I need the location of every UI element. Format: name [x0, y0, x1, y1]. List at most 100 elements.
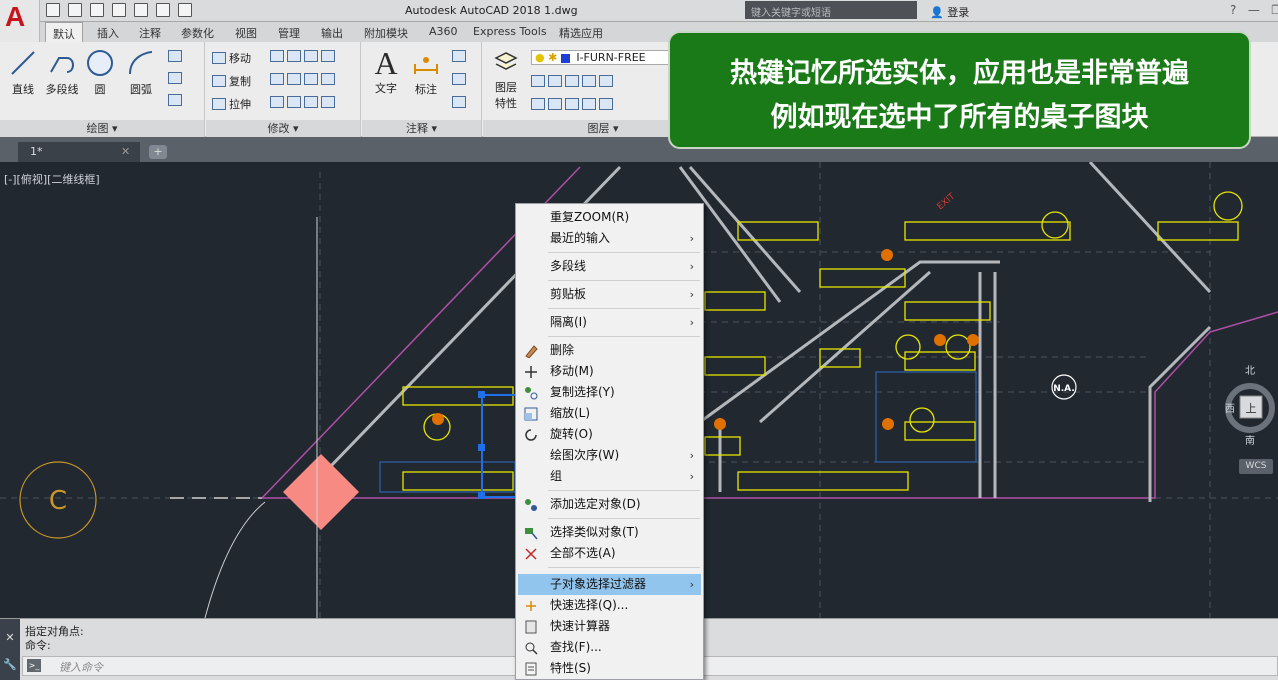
draw-group-label[interactable]: 绘图 ▾	[0, 120, 204, 137]
application-menu-button[interactable]: A	[0, 0, 40, 42]
open-file-icon[interactable]	[68, 3, 82, 17]
menu-item-clipboard[interactable]: 剪贴板 ›	[518, 284, 701, 305]
tab-express-tools[interactable]: Express Tools	[473, 25, 547, 38]
print-icon[interactable]	[134, 3, 148, 17]
tab-default[interactable]: 默认	[45, 22, 83, 42]
menu-item-draw-order[interactable]: 绘图次序(W) ›	[518, 445, 701, 466]
tab-manage[interactable]: 管理	[278, 25, 300, 41]
search-input[interactable]: 键入关键字或短语	[745, 1, 917, 19]
layer-unlock-icon[interactable]	[599, 75, 613, 87]
tab-addins[interactable]: 附加模块	[364, 25, 408, 41]
polyline-button[interactable]: 多段线	[42, 48, 82, 97]
tab-insert[interactable]: 插入	[97, 25, 119, 41]
match-props-icon[interactable]	[321, 50, 335, 62]
move-tool[interactable]: 移动	[212, 50, 251, 66]
erase-icon[interactable]	[304, 50, 318, 62]
undo-icon[interactable]	[156, 3, 170, 17]
viewport-controls[interactable]: [-][俯视][二维线框]	[4, 171, 100, 187]
menu-item-copy-selection[interactable]: 复制选择(Y)	[518, 382, 701, 403]
layer-tools-row2[interactable]	[531, 98, 616, 111]
layer-match-icon[interactable]	[321, 73, 335, 85]
current-layer-name: I-FURN-FREE	[576, 51, 646, 64]
menu-item-select-similar[interactable]: 选择类似对象(T)	[518, 522, 701, 543]
modify-group-label[interactable]: 修改 ▾	[206, 120, 360, 137]
save-as-icon[interactable]	[112, 3, 126, 17]
menu-item-erase[interactable]: 删除	[518, 340, 701, 361]
line-button[interactable]: 直线	[6, 48, 40, 97]
layer-walk-icon[interactable]	[321, 96, 335, 108]
login-button[interactable]: 👤 登录	[930, 4, 969, 20]
menu-item-add-selected[interactable]: 添加选定对象(D)	[518, 494, 701, 515]
layer-current-icon[interactable]	[582, 98, 596, 110]
menu-item-polyline[interactable]: 多段线 ›	[518, 256, 701, 277]
scale-tool[interactable]	[270, 96, 338, 109]
array-icon[interactable]	[287, 96, 301, 108]
tab-a360[interactable]: A360	[429, 25, 458, 38]
menu-item-quick-calc[interactable]: 快速计算器	[518, 616, 701, 637]
menu-item-properties[interactable]: 特性(S)	[518, 658, 701, 679]
save-icon[interactable]	[90, 3, 104, 17]
explode-icon[interactable]	[304, 73, 318, 85]
layer-lock-icon[interactable]	[582, 75, 596, 87]
trim-icon[interactable]	[287, 50, 301, 62]
menu-item-repeat-zoom[interactable]: 重复ZOOM(R)	[518, 207, 701, 228]
menu-item-group[interactable]: 组 ›	[518, 466, 701, 487]
new-file-icon[interactable]	[46, 3, 60, 17]
menu-item-subobject-filter[interactable]: 子对象选择过滤器 ›	[518, 574, 701, 595]
menu-item-quick-select[interactable]: 快速选择(Q)...	[518, 595, 701, 616]
copy-tool[interactable]: 复制	[212, 73, 251, 89]
fillet-icon[interactable]	[287, 73, 301, 85]
layer-tools-row1[interactable]	[531, 75, 616, 88]
offset-icon[interactable]	[304, 96, 318, 108]
text-button[interactable]: A 文字	[368, 46, 404, 96]
stretch-tool[interactable]: 拉伸	[212, 96, 251, 112]
layer-freeze-icon[interactable]	[565, 75, 579, 87]
layer-off-icon[interactable]	[531, 75, 545, 87]
menu-item-deselect-all[interactable]: 全部不选(A)	[518, 543, 701, 564]
rectangle-tool[interactable]	[168, 50, 185, 63]
menu-item-find[interactable]: 查找(F)...	[518, 637, 701, 658]
dimension-button[interactable]: 标注	[408, 48, 444, 97]
arc-button[interactable]: 圆弧	[124, 48, 158, 97]
rotate-tool[interactable]	[270, 50, 338, 63]
layer-thaw-icon[interactable]	[565, 98, 579, 110]
menu-item-isolate[interactable]: 隔离(I) ›	[518, 312, 701, 333]
redo-icon[interactable]	[178, 3, 192, 17]
new-tab-button[interactable]: +	[149, 145, 167, 159]
layer-isolate-icon[interactable]	[548, 75, 562, 87]
layer-dropdown[interactable]: ● ✱ I-FURN-FREE	[531, 50, 671, 65]
layer-properties-button[interactable]: 图层 特性	[489, 48, 523, 111]
menu-item-rotate[interactable]: 旋转(O)	[518, 424, 701, 445]
rotation-grip-diamond[interactable]	[283, 454, 359, 530]
table-tool[interactable]	[452, 96, 469, 109]
tab-featured-apps[interactable]: 精选应用	[559, 25, 603, 41]
annotation-group-label[interactable]: 注释 ▾	[362, 120, 481, 137]
region-tool[interactable]	[168, 94, 185, 107]
dim-linear-tool[interactable]	[452, 50, 469, 63]
menu-item-scale[interactable]: 缩放(L)	[518, 403, 701, 424]
layer-previous-icon[interactable]	[599, 98, 613, 110]
leader-tool[interactable]	[452, 73, 469, 86]
close-icon[interactable]: ✕	[0, 631, 20, 644]
command-placeholder: 键入命令	[59, 661, 103, 674]
close-icon[interactable]: ✕	[121, 145, 130, 158]
wrench-icon[interactable]: 🔧	[0, 658, 20, 671]
tab-output[interactable]: 输出	[321, 25, 343, 41]
circle-button[interactable]: 圆	[84, 48, 116, 97]
window-controls[interactable]: ? — ❐	[1230, 3, 1278, 17]
layer-on-icon[interactable]	[531, 98, 545, 110]
tab-parametric[interactable]: 参数化	[181, 25, 214, 41]
document-tab[interactable]: 1* ✕	[18, 142, 140, 162]
tab-view[interactable]: 视图	[235, 25, 257, 41]
layer-unisolate-icon[interactable]	[548, 98, 562, 110]
mirror-tool[interactable]	[270, 73, 338, 86]
tab-annotate[interactable]: 注释	[139, 25, 161, 41]
menu-item-recent-input[interactable]: 最近的输入 ›	[518, 228, 701, 249]
wcs-menu[interactable]: WCS	[1239, 459, 1273, 474]
command-prompt-icon[interactable]: >_	[27, 659, 41, 672]
text-icon: A	[374, 45, 398, 81]
column-marker-label: C	[49, 486, 67, 516]
command-line-grip[interactable]: ✕ 🔧	[0, 619, 20, 680]
menu-item-move[interactable]: 移动(M)	[518, 361, 701, 382]
hatch-tool[interactable]	[168, 72, 185, 85]
